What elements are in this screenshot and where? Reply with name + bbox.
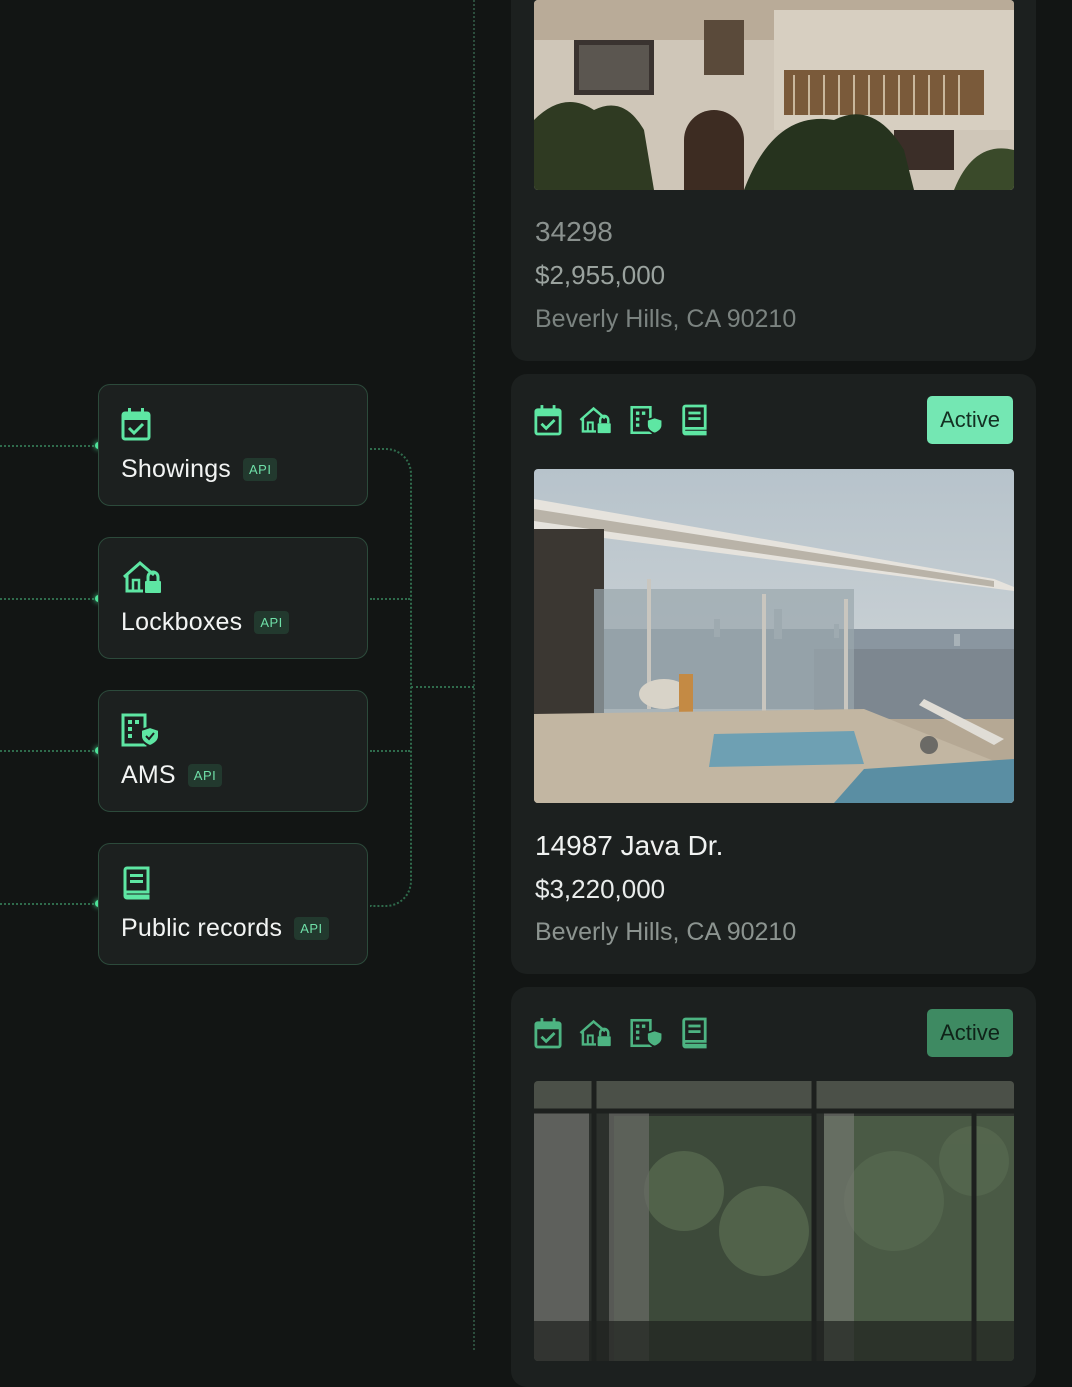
records-book-icon bbox=[682, 404, 707, 436]
listing-title: 14987 Java Dr. bbox=[535, 830, 724, 861]
integration-card-ams[interactable]: AMS API bbox=[98, 690, 368, 812]
house-lock-icon bbox=[123, 561, 161, 593]
api-badge: API bbox=[187, 764, 223, 787]
listing-price: $3,220,000 bbox=[535, 874, 666, 904]
house-lock-icon bbox=[579, 1019, 611, 1047]
integration-label: Showings bbox=[121, 455, 231, 483]
records-book-icon bbox=[123, 866, 150, 900]
listing-card[interactable]: Active bbox=[511, 987, 1036, 1387]
building-shield-icon bbox=[630, 1018, 664, 1048]
integration-card-showings[interactable]: Showings API bbox=[98, 384, 368, 506]
records-book-icon bbox=[682, 1017, 707, 1049]
status-badge: Active bbox=[927, 1009, 1013, 1057]
listing-location: Beverly Hills, CA 90210 bbox=[535, 918, 797, 946]
listing-integration-icons bbox=[534, 404, 708, 436]
api-badge: API bbox=[294, 917, 329, 940]
listing-photo bbox=[534, 0, 1014, 190]
integration-label: Public records bbox=[121, 914, 283, 942]
listing-location: Beverly Hills, CA 90210 bbox=[535, 305, 797, 333]
calendar-check-icon bbox=[534, 405, 562, 436]
calendar-check-icon bbox=[121, 408, 151, 441]
integration-label: AMS bbox=[121, 761, 176, 789]
integration-label: Lockboxes bbox=[121, 608, 243, 636]
listing-card[interactable]: 34298 $2,955,000 Beverly Hills, CA 90210 bbox=[511, 0, 1036, 361]
listing-title: 34298 bbox=[535, 216, 613, 247]
api-badge: API bbox=[243, 458, 278, 481]
integration-card-lockboxes[interactable]: Lockboxes API bbox=[98, 537, 368, 659]
building-shield-icon bbox=[630, 405, 664, 435]
house-lock-icon bbox=[579, 406, 611, 434]
listing-card[interactable]: Active bbox=[511, 374, 1036, 974]
calendar-check-icon bbox=[534, 1018, 562, 1049]
listing-photo bbox=[534, 1081, 1014, 1361]
glass-house-interior-photo bbox=[534, 1081, 1014, 1361]
status-badge: Active bbox=[927, 396, 1013, 444]
listing-price: $2,955,000 bbox=[535, 260, 666, 290]
hillside-modern-home-photo bbox=[534, 469, 1014, 803]
building-shield-icon bbox=[121, 713, 160, 747]
integration-card-public-records[interactable]: Public records API bbox=[98, 843, 368, 965]
listing-photo bbox=[534, 469, 1014, 803]
api-badge: API bbox=[254, 611, 289, 634]
spanish-villa-photo bbox=[534, 0, 1014, 190]
listing-integration-icons bbox=[534, 1017, 708, 1049]
